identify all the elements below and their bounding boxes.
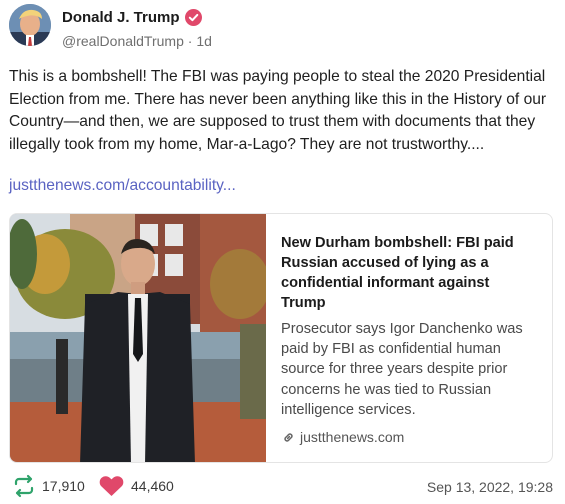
card-source[interactable]: justthenews.com	[282, 429, 404, 445]
link-icon	[284, 432, 293, 442]
retruth-icon[interactable]	[12, 474, 36, 498]
like-count: 44,460	[131, 478, 174, 494]
post-text: This is a bombshell! The FBI was paying …	[9, 68, 547, 153]
handle-row: @realDonaldTrump · 1d	[62, 33, 212, 49]
post-footer: 17,910 44,460 Sep 13, 2022, 19:28	[12, 474, 557, 500]
retruth-count: 17,910	[42, 478, 85, 494]
link-preview-card[interactable]: New Durham bombshell: FBI paid Russian a…	[9, 213, 553, 463]
post-link[interactable]: justthenews.com/accountability...	[9, 177, 236, 195]
separator-dot: ·	[187, 33, 193, 49]
author-name-row: Donald J. Trump	[62, 9, 202, 26]
avatar[interactable]	[9, 4, 51, 46]
like-action[interactable]: 44,460	[98, 474, 174, 498]
verified-badge-icon	[184, 9, 202, 26]
card-title[interactable]: New Durham bombshell: FBI paid Russian a…	[281, 233, 536, 313]
post-age[interactable]: 1d	[196, 33, 212, 49]
card-source-domain: justthenews.com	[300, 429, 405, 445]
post-timestamp[interactable]: Sep 13, 2022, 19:28	[427, 479, 553, 495]
card-description: Prosecutor says Igor Danchenko was paid …	[281, 321, 523, 418]
card-thumbnail-image[interactable]	[10, 214, 266, 462]
author-handle[interactable]: @realDonaldTrump	[62, 33, 184, 49]
retruth-action[interactable]: 17,910	[12, 474, 85, 498]
heart-icon[interactable]	[98, 474, 125, 498]
post-header: Donald J. Trump @realDonaldTrump · 1d	[9, 4, 557, 50]
author-name[interactable]: Donald J. Trump	[62, 9, 180, 26]
